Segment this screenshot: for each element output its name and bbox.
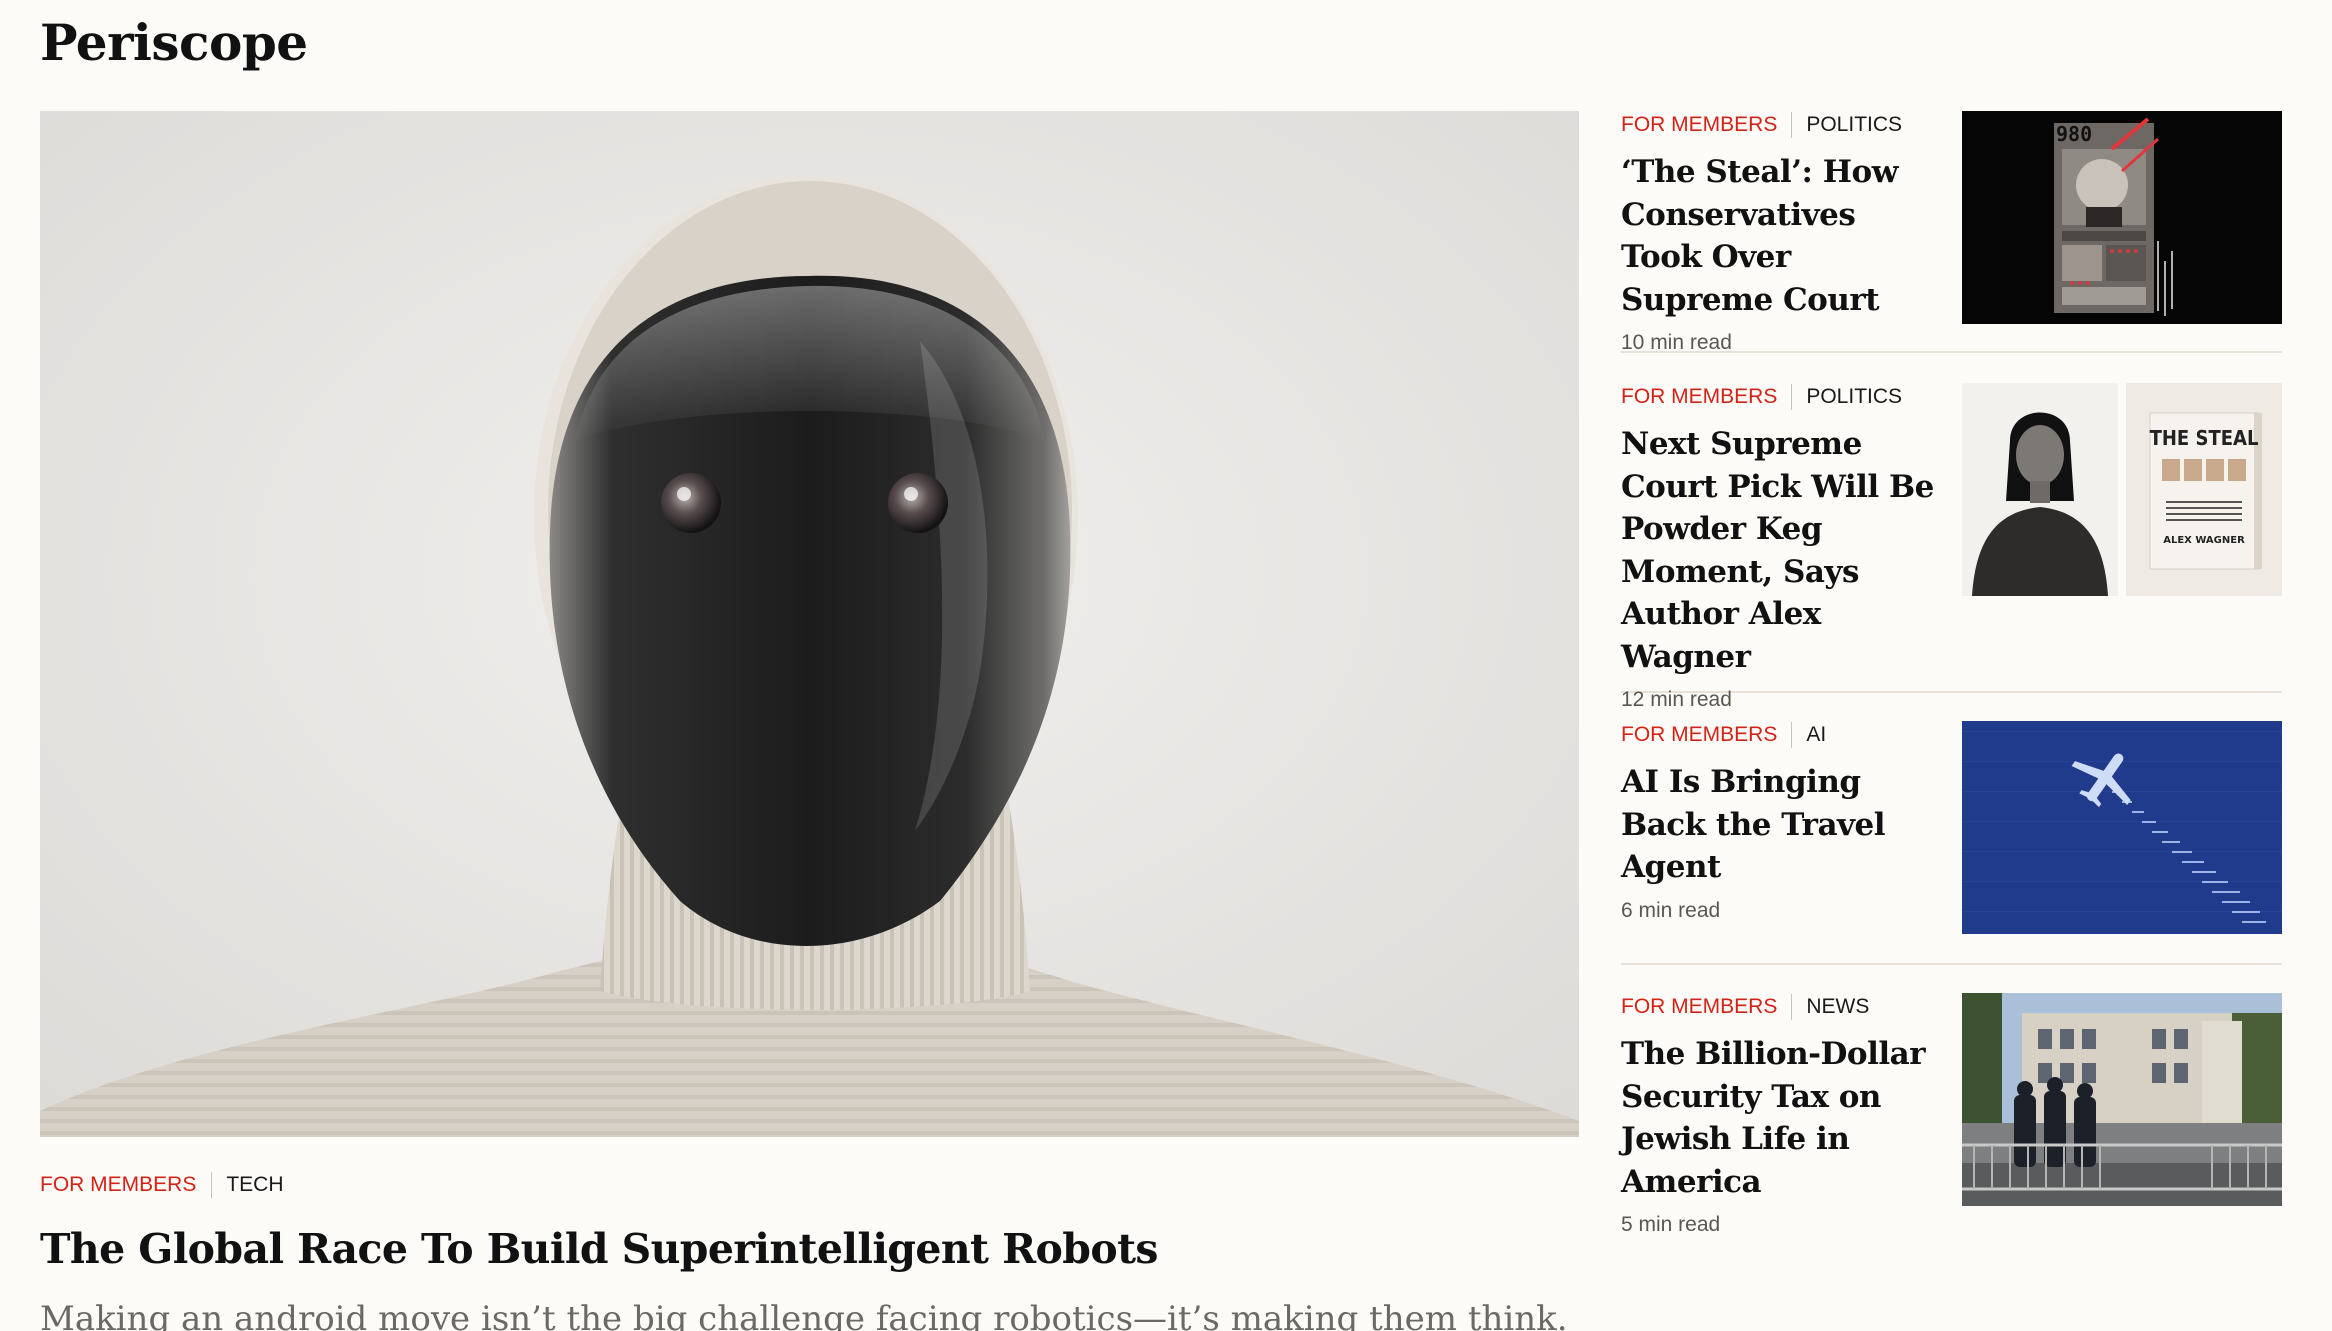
police-building-image bbox=[1962, 993, 2282, 1206]
for-members-tag[interactable]: FOR MEMBERS bbox=[1621, 385, 1777, 409]
story-card: FOR MEMBERS POLITICS ‘The Steal’: How Co… bbox=[1621, 111, 2282, 354]
story-headline-link[interactable]: Next Supreme Court Pick Will Be Powder K… bbox=[1621, 423, 1941, 678]
story-card-text: FOR MEMBERS NEWS The Billion-Dollar Secu… bbox=[1621, 993, 1941, 1293]
tag-divider bbox=[1791, 112, 1793, 138]
book-title-text: THE STEAL bbox=[2150, 426, 2259, 450]
story-thumbnail-security[interactable] bbox=[1962, 993, 2282, 1206]
story-tags: FOR MEMBERS AI bbox=[1621, 721, 1941, 749]
robot-illustration bbox=[40, 111, 1579, 1137]
story-headline-link[interactable]: ‘The Steal’: How Conservatives Took Over… bbox=[1621, 151, 1941, 321]
story-thumbnail-airplane[interactable] bbox=[1962, 721, 2282, 934]
hero-article: FOR MEMBERS TECH The Global Race To Buil… bbox=[40, 111, 1579, 1331]
story-tags: FOR MEMBERS POLITICS bbox=[1621, 111, 1941, 139]
tag-divider bbox=[1791, 994, 1793, 1020]
story-tags: FOR MEMBERS NEWS bbox=[1621, 993, 1941, 1021]
hero-headline-link[interactable]: The Global Race To Build Superintelligen… bbox=[40, 1223, 1579, 1275]
topic-tag-news[interactable]: NEWS bbox=[1806, 995, 1869, 1019]
for-members-tag[interactable]: FOR MEMBERS bbox=[1621, 723, 1777, 747]
book-author-text: ALEX WAGNER bbox=[2163, 535, 2245, 546]
story-headline-link[interactable]: The Billion-Dollar Security Tax on Jewis… bbox=[1621, 1033, 1941, 1203]
for-members-tag[interactable]: FOR MEMBERS bbox=[1621, 113, 1777, 137]
story-card: FOR MEMBERS POLITICS Next Supreme Court … bbox=[1621, 383, 2282, 711]
read-time: 6 min read bbox=[1621, 898, 1721, 922]
story-card-text: FOR MEMBERS POLITICS ‘The Steal’: How Co… bbox=[1621, 111, 1941, 354]
read-time: 10 min read bbox=[1621, 331, 1732, 354]
topic-tag-ai[interactable]: AI bbox=[1806, 723, 1826, 747]
author-and-book-image: THE STEAL ALEX WAGNER bbox=[1962, 383, 2282, 596]
story-card: FOR MEMBERS NEWS The Billion-Dollar Secu… bbox=[1621, 993, 2282, 1293]
topic-tag-tech[interactable]: TECH bbox=[226, 1173, 283, 1197]
for-members-tag[interactable]: FOR MEMBERS bbox=[40, 1173, 196, 1197]
story-card-text: FOR MEMBERS POLITICS Next Supreme Court … bbox=[1621, 383, 1941, 711]
story-card: FOR MEMBERS AI AI Is Bringing Back the T… bbox=[1621, 721, 2282, 965]
tag-divider bbox=[1791, 722, 1793, 748]
collage-year-text: 980 bbox=[2056, 122, 2092, 146]
story-list: FOR MEMBERS POLITICS ‘The Steal’: How Co… bbox=[1621, 111, 2282, 1293]
topic-tag-politics[interactable]: POLITICS bbox=[1806, 113, 1902, 137]
story-thumbnail-author-book[interactable]: THE STEAL ALEX WAGNER bbox=[1962, 383, 2282, 596]
collage-image: 980 bbox=[1962, 111, 2282, 324]
tag-divider bbox=[211, 1172, 213, 1198]
airplane-image bbox=[1962, 721, 2282, 934]
read-time: 12 min read bbox=[1621, 688, 1732, 711]
for-members-tag[interactable]: FOR MEMBERS bbox=[1621, 995, 1777, 1019]
hero-tags: FOR MEMBERS TECH bbox=[40, 1171, 1579, 1199]
story-thumbnail-collage[interactable]: 980 bbox=[1962, 111, 2282, 324]
hero-image-robot[interactable] bbox=[40, 111, 1579, 1137]
read-time: 5 min read bbox=[1621, 1213, 1721, 1236]
topic-tag-politics[interactable]: POLITICS bbox=[1806, 385, 1902, 409]
tag-divider bbox=[1791, 384, 1793, 410]
story-headline-link[interactable]: AI Is Bringing Back the Travel Agent bbox=[1621, 761, 1941, 889]
story-tags: FOR MEMBERS POLITICS bbox=[1621, 383, 1941, 411]
section-title: Periscope bbox=[40, 13, 308, 72]
hero-dek: Making an android move isn’t the big cha… bbox=[40, 1299, 1568, 1331]
story-card-text: FOR MEMBERS AI AI Is Bringing Back the T… bbox=[1621, 721, 1941, 963]
